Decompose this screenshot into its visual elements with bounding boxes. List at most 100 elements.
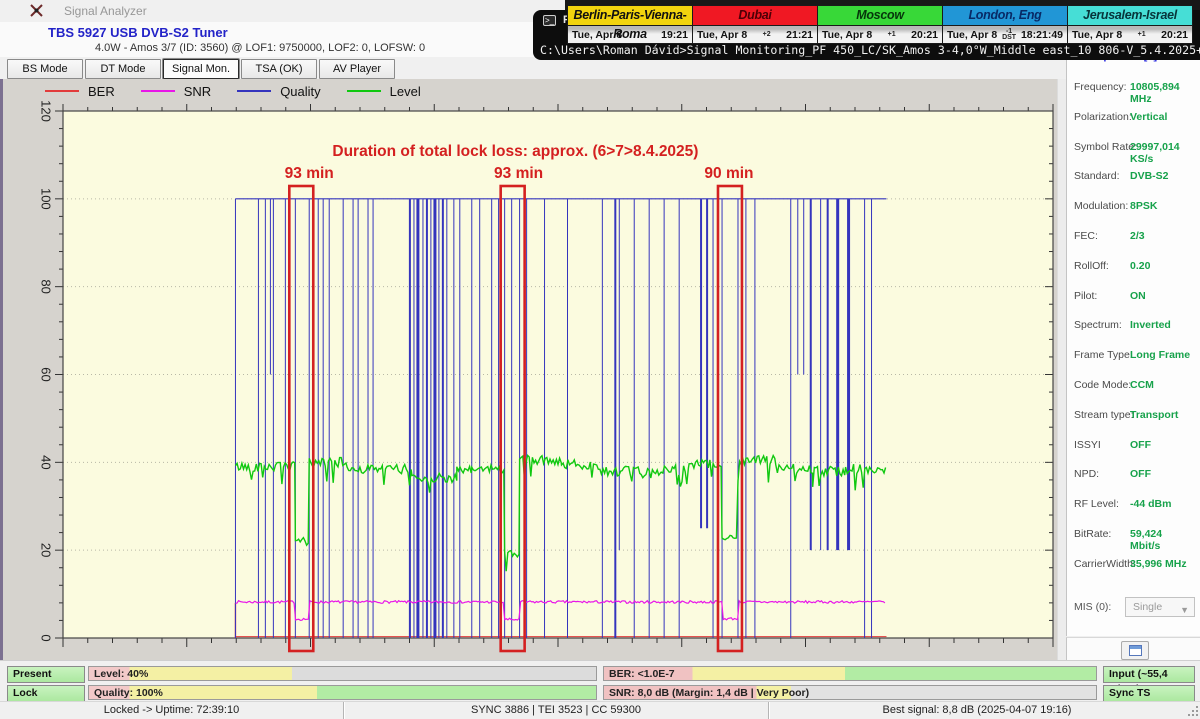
param-value: 8PSK: [1130, 200, 1157, 212]
y-tick-label: 40: [39, 455, 54, 469]
param-value: ON: [1130, 290, 1146, 302]
param-label: NPD:: [1074, 468, 1099, 480]
clock-city: Moscow: [818, 6, 942, 26]
clock-time-row: Tue, Apr 8 +1 20:21: [818, 26, 942, 43]
input-badge: Input (~55,4 Mbps): [1103, 666, 1195, 683]
tuner-subtitle: 4.0W - Amos 3/7 (ID: 3560) @ LOF1: 97500…: [95, 42, 425, 54]
clock-utc-offset: +1: [888, 32, 896, 38]
param-row-standard: Standard: DVB-S2: [1067, 170, 1194, 184]
clock-time-row: Tue, Apr 8+221:21: [693, 26, 817, 43]
param-row-pilot: Pilot:ON: [1067, 290, 1194, 304]
param-row-fec: FEC: 2/3: [1067, 230, 1194, 244]
snr-bar: SNR: 8,0 dB (Margin: 1,4 dB | Very Poor): [603, 685, 1097, 700]
tab-tsa-ok[interactable]: TSA (OK): [241, 59, 317, 79]
y-tick-label: 60: [39, 367, 54, 381]
transponder-sidebar: Transponder [0] Frequency:10805,894 MHzP…: [1066, 22, 1200, 636]
clock-time: 20:21: [911, 29, 938, 41]
window-title: Signal Analyzer: [64, 4, 147, 18]
y-tick-label: 100: [39, 188, 54, 210]
tab-bs-mode[interactable]: BS Mode: [7, 59, 83, 79]
param-value: CCM: [1130, 379, 1154, 391]
present-badge: Present: [7, 666, 85, 683]
clock-date: Tue, Apr 8: [1072, 29, 1122, 41]
param-value: Inverted: [1130, 319, 1171, 331]
param-row-rolloff: RollOff: 0.20: [1067, 260, 1194, 274]
mis-label: MIS (0):: [1074, 601, 1111, 613]
param-row-rf-level: RF Level: -44 dBm: [1067, 498, 1194, 512]
param-value: Long Frame: [1130, 349, 1190, 361]
param-label: RollOff:: [1074, 260, 1109, 272]
resize-grip[interactable]: [1188, 706, 1198, 716]
param-label: Code Mode:: [1074, 379, 1131, 391]
tab-av-player[interactable]: AV Player: [319, 59, 395, 79]
y-tick-label: 80: [39, 279, 54, 293]
clock-date: Tue, Apr 8: [697, 29, 747, 41]
param-label: FEC:: [1074, 230, 1098, 242]
param-label: CarrierWidth:: [1074, 558, 1136, 570]
clock-time-row: Tue, Apr 8 +1 20:21: [1068, 26, 1192, 43]
cmd-icon: >_: [543, 15, 556, 26]
transponder-list-button[interactable]: [1121, 641, 1149, 660]
param-value: OFF: [1130, 439, 1151, 451]
clock-date: Tue, Apr 8: [822, 29, 872, 41]
lock-loss-duration-label: 93 min: [494, 165, 543, 182]
param-row-modulation: Modulation:8PSK: [1067, 200, 1194, 214]
param-label: RF Level:: [1074, 498, 1119, 510]
clock-city: Berlin-Paris-Vienna-Roma: [568, 6, 692, 26]
ber-bar: BER: <1.0E-7: [603, 666, 1097, 681]
level-bar: Level: 40%: [88, 666, 597, 681]
param-value: 59,424 Mbit/s: [1130, 528, 1194, 552]
param-value: 0.20: [1130, 260, 1150, 272]
world-clock-bar: Berlin-Paris-Vienna-RomaTue, Apr 819:21D…: [568, 5, 1193, 44]
param-row-bitrate: BitRate:59,424 Mbit/s: [1067, 528, 1194, 542]
param-value: Transport: [1130, 409, 1178, 421]
lock-loss-duration-label: 93 min: [285, 165, 334, 182]
param-value: Vertical: [1130, 111, 1167, 123]
tab-signal-mon[interactable]: Signal Mon.: [163, 59, 239, 79]
status-best-signal: Best signal: 8,8 dB (2025-04-07 19:16): [769, 702, 1185, 719]
param-value: 2/3: [1130, 230, 1145, 242]
param-value: -44 dBm: [1130, 498, 1171, 510]
param-label: Standard:: [1074, 170, 1120, 182]
param-value: 35,996 MHz: [1130, 558, 1187, 570]
chart-panel: BERSNRQualityLevel 020406080100120Durati…: [3, 79, 1057, 660]
tab-dt-mode[interactable]: DT Mode: [85, 59, 161, 79]
annotation-title: Duration of total lock loss: approx. (6>…: [332, 143, 698, 160]
param-label: Spectrum:: [1074, 319, 1122, 331]
clock-utc-offset: -1DST: [1002, 29, 1016, 41]
param-label: Symbol Rate:: [1074, 141, 1137, 153]
clock-time: 20:21: [1161, 29, 1188, 41]
clock-jerusalem-israel: Jerusalem-Israel Tue, Apr 8 +1 20:21: [1067, 5, 1193, 44]
param-value: DVB-S2: [1130, 170, 1169, 182]
param-row-frequency: Frequency:10805,894 MHz: [1067, 81, 1194, 95]
statusbar: Locked -> Uptime: 72:39:10 SYNC 3886 | T…: [0, 701, 1200, 719]
tuner-name: TBS 5927 USB DVB-S2 Tuner: [48, 25, 228, 40]
param-label: Frame Type:: [1074, 349, 1133, 361]
signal-monitoring-chart: 020406080100120Duration of total lock lo…: [3, 79, 1057, 660]
clock-london-eng: London, EngTue, Apr 8-1DST18:21:49: [942, 5, 1068, 44]
clock-berlin-paris-vienna-roma: Berlin-Paris-Vienna-RomaTue, Apr 819:21: [567, 5, 693, 44]
mis-dropdown[interactable]: Single ▼: [1125, 597, 1195, 617]
clock-time: 19:21: [661, 29, 688, 41]
param-label: BitRate:: [1074, 528, 1111, 540]
window-icon: [1129, 645, 1142, 656]
clock-utc-offset: +1: [1138, 32, 1146, 38]
param-row-stream-type: Stream type:Transport: [1067, 409, 1194, 423]
param-row-carrierwidth: CarrierWidth:35,996 MHz: [1067, 558, 1194, 572]
sync-ts-badge: Sync TS: [1103, 685, 1195, 702]
param-value: 10805,894 MHz: [1130, 81, 1194, 105]
chevron-down-icon: ▼: [1180, 601, 1189, 619]
clock-moscow: Moscow Tue, Apr 8 +1 20:21: [817, 5, 943, 44]
clock-city: London, Eng: [943, 6, 1067, 26]
lock-loss-duration-label: 90 min: [704, 165, 753, 182]
status-sync-counters: SYNC 3886 | TEI 3523 | CC 59300: [344, 702, 769, 719]
param-label: Polarization:: [1074, 111, 1132, 123]
status-lock-uptime: Locked -> Uptime: 72:39:10: [0, 702, 344, 719]
cmd-prompt-text[interactable]: C:\Users\Roman Dávid>Signal Monitoring_P…: [540, 43, 1200, 57]
sidebar-footer: [1066, 637, 1200, 661]
param-value: 29997,014 KS/s: [1130, 141, 1194, 165]
param-row-symbol-rate: Symbol Rate:29997,014 KS/s: [1067, 141, 1194, 155]
param-label: Frequency:: [1074, 81, 1127, 93]
mis-value: Single: [1133, 601, 1162, 613]
clock-city: Jerusalem-Israel: [1068, 6, 1192, 26]
